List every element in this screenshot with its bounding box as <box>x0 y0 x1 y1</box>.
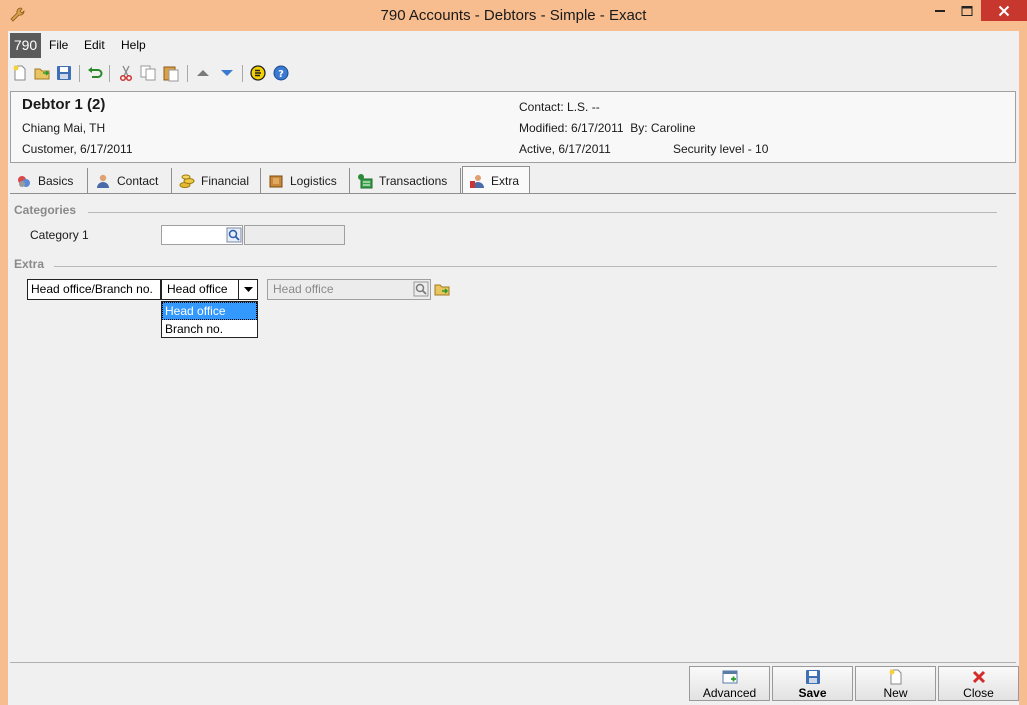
toolbar-separator <box>109 65 110 82</box>
copy-icon[interactable] <box>139 64 157 82</box>
maximize-button[interactable] <box>953 0 980 21</box>
menu-file[interactable]: File <box>49 38 68 52</box>
tab-extra[interactable]: Extra <box>462 166 530 194</box>
minimize-button[interactable] <box>927 0 953 21</box>
extra-section-label: Extra <box>14 257 45 271</box>
tab-label: Financial <box>201 173 250 188</box>
category1-label: Category 1 <box>30 228 89 242</box>
advanced-label: Advanced <box>702 686 757 700</box>
title-bar: 790 Accounts - Debtors - Simple - Exact <box>0 0 1027 31</box>
debtor-title: Debtor 1 (2) <box>22 96 106 113</box>
option-head-office[interactable]: Head office <box>162 302 257 320</box>
close-icon <box>998 5 1010 16</box>
extra-icon <box>470 174 484 188</box>
category1-description <box>244 225 345 245</box>
save-button[interactable]: Save <box>772 666 853 701</box>
menu-help[interactable]: Help <box>121 38 146 52</box>
transactions-icon <box>358 173 373 188</box>
previous-icon[interactable] <box>194 64 212 82</box>
tab-label: Logistics <box>290 173 337 188</box>
close-button[interactable]: Close <box>938 666 1019 701</box>
save-icon[interactable] <box>55 64 73 82</box>
toolbar-separator <box>187 65 188 82</box>
menu-bar: 790 File Edit Help <box>8 31 1019 58</box>
coins-icon <box>179 174 195 188</box>
undo-icon[interactable] <box>86 64 104 82</box>
tab-transactions[interactable]: Transactions <box>351 168 461 193</box>
tab-contact[interactable]: Contact <box>89 168 172 193</box>
security-level: Security level - 10 <box>673 142 769 156</box>
debtor-active: Active, 6/17/2011 <box>519 142 611 156</box>
save-icon <box>805 670 820 684</box>
window-body: 790 File Edit Help ? Debtor 1 (2) Chiang… <box>8 31 1019 705</box>
debtor-modified: Modified: 6/17/2011 By: Caroline <box>519 121 696 135</box>
toolbar-separator <box>79 65 80 82</box>
close-window-button[interactable] <box>981 0 1027 21</box>
tab-label: Transactions <box>379 173 448 188</box>
svg-text:?: ? <box>278 69 284 80</box>
window-title: 790 Accounts - Debtors - Simple - Exact <box>380 7 647 24</box>
tab-financial[interactable]: Financial <box>173 168 261 193</box>
extra-divider <box>54 266 997 267</box>
lookup-icon[interactable] <box>226 227 242 243</box>
new-button[interactable]: New <box>855 666 936 701</box>
tab-logistics[interactable]: Logistics <box>262 168 350 193</box>
debtor-customer: Customer, 6/17/2011 <box>22 142 133 156</box>
next-icon[interactable] <box>218 64 236 82</box>
head-office-branch-label: Head office/Branch no. <box>27 279 161 300</box>
open-icon[interactable] <box>33 64 51 82</box>
combo-dropdown-button[interactable] <box>238 280 257 299</box>
lookup-icon[interactable] <box>413 281 429 297</box>
maximize-icon <box>961 5 972 16</box>
menu-edit[interactable]: Edit <box>84 38 105 52</box>
close-label: Close <box>963 686 994 700</box>
option-branch-no[interactable]: Branch no. <box>162 320 257 338</box>
debtor-header-panel: Debtor 1 (2) Chiang Mai, TH Customer, 6/… <box>10 91 1016 163</box>
close-icon <box>972 670 985 684</box>
bottom-divider <box>10 662 1016 663</box>
advanced-button[interactable]: Advanced <box>689 666 770 701</box>
tab-basics[interactable]: Basics <box>10 168 88 193</box>
advanced-icon <box>722 670 737 684</box>
exact-icon[interactable] <box>249 64 267 82</box>
categories-divider <box>88 212 997 213</box>
person-icon <box>97 174 109 188</box>
debtor-contact: Contact: L.S. -- <box>519 100 600 114</box>
cut-icon[interactable] <box>117 64 135 82</box>
tab-label: Basics <box>38 173 74 188</box>
tab-divider <box>10 193 1016 194</box>
new-icon[interactable] <box>11 64 29 82</box>
categories-section-label: Categories <box>14 203 77 217</box>
basics-icon <box>18 175 30 187</box>
new-label: New <box>883 686 908 700</box>
minimize-icon <box>935 9 945 12</box>
save-label: Save <box>798 686 827 700</box>
debtor-location: Chiang Mai, TH <box>22 121 106 135</box>
new-icon <box>889 669 901 685</box>
toolbar: ? <box>8 62 1019 86</box>
toolbar-separator <box>242 65 243 82</box>
tab-label: Extra <box>491 173 520 188</box>
chevron-down-icon <box>244 287 253 292</box>
head-office-lookup: Head office <box>267 279 431 300</box>
paste-icon[interactable] <box>162 64 180 82</box>
tab-label: Contact <box>117 173 159 188</box>
help-icon[interactable]: ? <box>272 64 290 82</box>
box-icon <box>269 175 283 187</box>
app-badge[interactable]: 790 <box>10 33 41 58</box>
open-folder-icon[interactable] <box>434 281 450 297</box>
combo-dropdown-list: Head office Branch no. <box>161 301 258 338</box>
